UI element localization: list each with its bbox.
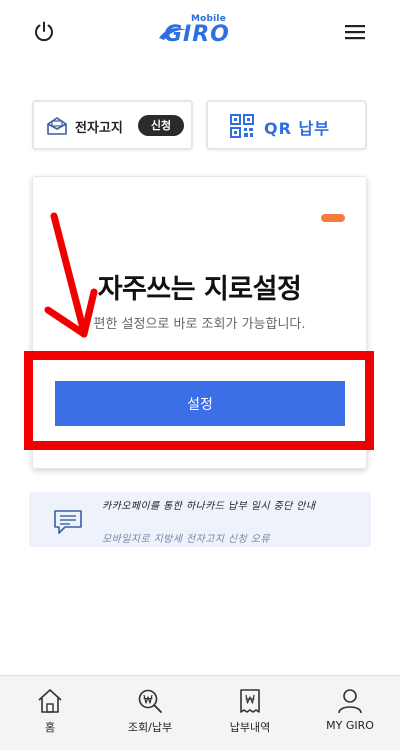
tab-label: MY GIRO [326, 719, 374, 732]
mail-icon [46, 116, 68, 140]
user-icon [338, 689, 362, 714]
tab-my-giro[interactable]: MY GIRO [300, 676, 400, 750]
qr-payment-button[interactable]: QR 납부 [206, 100, 367, 150]
app-header: Mobile GIRO [0, 0, 400, 64]
notice-label: 전자고지 [75, 121, 123, 136]
receipt-icon [240, 689, 260, 713]
tab-payment-history[interactable]: 납부내역 [200, 676, 300, 750]
electronic-notice-button[interactable]: 전자고지 신청 [32, 100, 193, 150]
bottom-tab-bar: 홈 조회/납부 납부내역 MY GIRO [0, 675, 400, 750]
apply-badge[interactable]: 신청 [138, 115, 184, 136]
tab-label: 조회/납부 [127, 721, 173, 734]
tab-home[interactable]: 홈 [0, 676, 100, 750]
hamburger-menu-icon[interactable] [342, 20, 368, 44]
tab-inquiry-payment[interactable]: 조회/납부 [100, 676, 200, 750]
settings-button[interactable]: 설정 [55, 381, 345, 426]
chat-icon [53, 509, 83, 539]
banner-title: 카카오페이를 통한 하나카드 납부 일시 중단 안내 [102, 501, 316, 512]
qr-code-icon [230, 114, 254, 142]
mobile-giro-logo: Mobile GIRO [158, 12, 242, 47]
won-search-icon [138, 689, 162, 713]
power-icon[interactable] [32, 20, 56, 44]
tab-label: 납부내역 [229, 721, 271, 734]
logo-text: GIRO [164, 22, 230, 47]
qr-label: QR 납부 [264, 119, 330, 138]
tab-label: 홈 [44, 721, 56, 734]
home-icon [38, 689, 62, 713]
notice-banner[interactable]: 카카오페이를 통한 하나카드 납부 일시 중단 안내 모바일지로 지방세 전자고… [29, 492, 371, 547]
card-indicator-badge [321, 214, 345, 222]
banner-subtitle: 모바일지로 지방세 전자고지 신청 오류 [102, 534, 270, 545]
red-arrow-annotation [44, 212, 98, 338]
